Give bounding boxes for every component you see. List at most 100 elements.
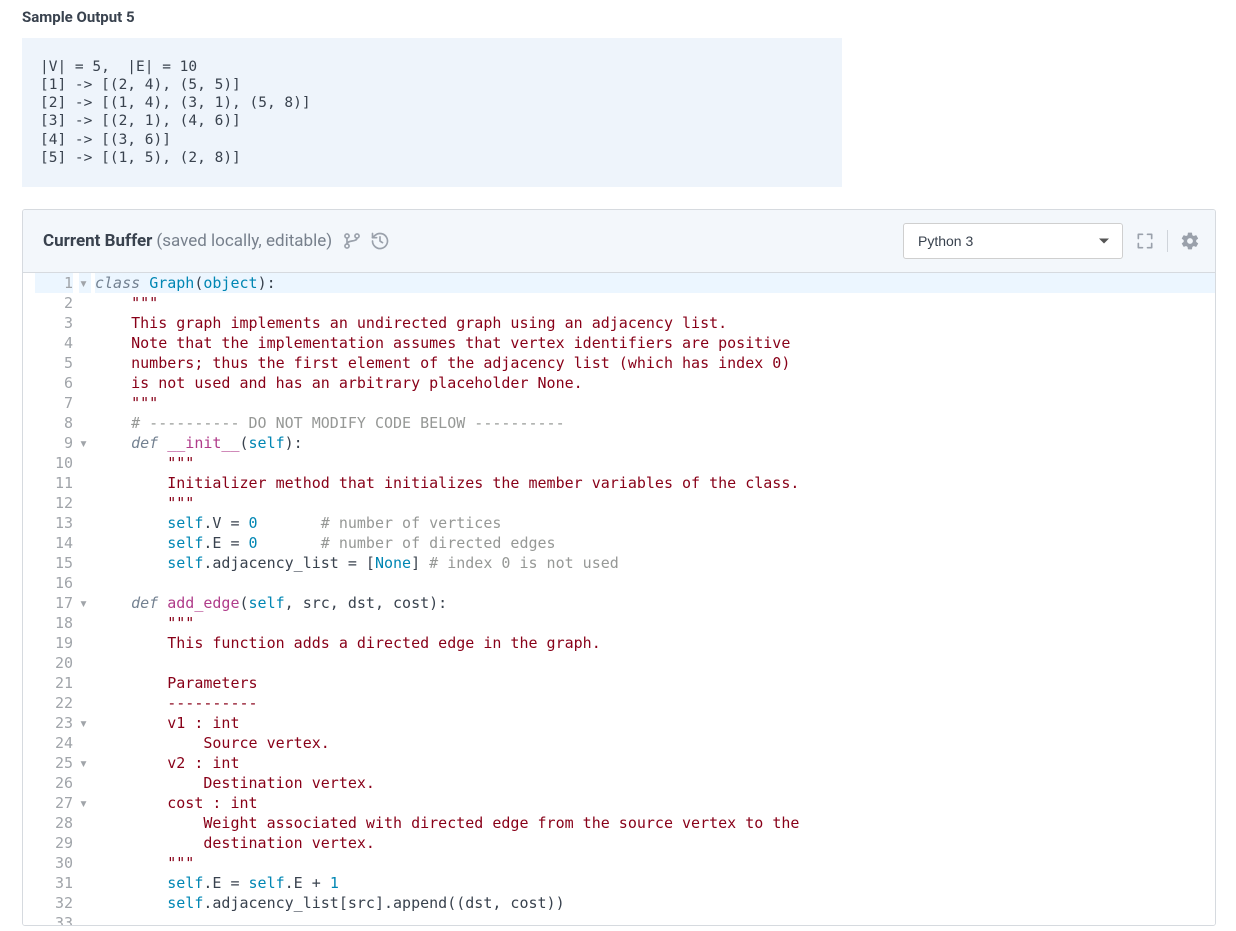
code-line[interactable]: self.V = 0 # number of vertices: [95, 513, 1215, 533]
code-line[interactable]: self.adjacency_list = [None] # index 0 i…: [95, 553, 1215, 573]
line-number: 23: [35, 713, 73, 733]
fold-marker: [79, 693, 91, 713]
line-number: 19: [35, 633, 73, 653]
line-number: 33: [35, 913, 73, 925]
fold-marker: [79, 373, 91, 393]
line-number: 30: [35, 853, 73, 873]
code-line[interactable]: """: [95, 613, 1215, 633]
code-line[interactable]: self.E = 0 # number of directed edges: [95, 533, 1215, 553]
line-number: 9: [35, 433, 73, 453]
code-line[interactable]: # ---------- DO NOT MODIFY CODE BELOW --…: [95, 413, 1215, 433]
language-select-wrap[interactable]: Python 3: [903, 223, 1123, 259]
code-line[interactable]: """: [95, 493, 1215, 513]
fold-marker-column: ▾ ▾ ▾ ▾ ▾ ▾: [79, 273, 93, 925]
line-number: 10: [35, 453, 73, 473]
code-line[interactable]: Source vertex.: [95, 733, 1215, 753]
fullscreen-icon[interactable]: [1135, 231, 1155, 251]
code-line[interactable]: """: [95, 853, 1215, 873]
fold-marker[interactable]: ▾: [79, 593, 91, 613]
gear-icon[interactable]: [1180, 231, 1200, 251]
line-number: 13: [35, 513, 73, 533]
line-number: 7: [35, 393, 73, 413]
code-line[interactable]: destination vertex.: [95, 833, 1215, 853]
branch-icon[interactable]: [342, 231, 362, 251]
fold-marker[interactable]: ▾: [79, 713, 91, 733]
fold-marker: [79, 633, 91, 653]
code-line[interactable]: Weight associated with directed edge fro…: [95, 813, 1215, 833]
fold-marker: [79, 573, 91, 593]
fold-marker[interactable]: ▾: [79, 793, 91, 813]
code-line[interactable]: Note that the implementation assumes tha…: [95, 333, 1215, 353]
fold-marker: [79, 533, 91, 553]
language-select[interactable]: Python 3: [903, 223, 1123, 259]
line-number: 25: [35, 753, 73, 773]
code-line[interactable]: def add_edge(self, src, dst, cost):: [95, 593, 1215, 613]
line-number: 5: [35, 353, 73, 373]
history-icon[interactable]: [370, 231, 390, 251]
separator: [1167, 230, 1168, 252]
fold-marker: [79, 913, 91, 925]
line-number: 3: [35, 313, 73, 333]
line-number: 26: [35, 773, 73, 793]
code-line[interactable]: is not used and has an arbitrary placeho…: [95, 373, 1215, 393]
fold-marker: [79, 673, 91, 693]
fold-marker[interactable]: ▾: [79, 753, 91, 773]
line-number: 31: [35, 873, 73, 893]
line-number: 22: [35, 693, 73, 713]
code-line[interactable]: """: [95, 453, 1215, 473]
fold-marker: [79, 333, 91, 353]
fold-marker: [79, 553, 91, 573]
fold-marker: [79, 513, 91, 533]
code-content[interactable]: class Graph(object): """ This graph impl…: [93, 273, 1215, 925]
fold-marker: [79, 833, 91, 853]
fold-marker: [79, 393, 91, 413]
code-line[interactable]: Initializer method that initializes the …: [95, 473, 1215, 493]
buffer-status: (saved locally, editable): [156, 231, 332, 251]
fold-marker: [79, 313, 91, 333]
code-line[interactable]: [95, 913, 1215, 925]
line-number: 2: [35, 293, 73, 313]
line-number: 14: [35, 533, 73, 553]
code-line[interactable]: def __init__(self):: [95, 433, 1215, 453]
line-number: 12: [35, 493, 73, 513]
code-line[interactable]: self.E = self.E + 1: [95, 873, 1215, 893]
code-editor[interactable]: 1234567891011121314151617181920212223242…: [23, 273, 1215, 925]
sample-output-block: |V| = 5, |E| = 10 [1] -> [(2, 4), (5, 5)…: [22, 38, 842, 187]
code-line[interactable]: class Graph(object):: [95, 273, 1215, 293]
line-number: 20: [35, 653, 73, 673]
line-number: 18: [35, 613, 73, 633]
fold-marker: [79, 893, 91, 913]
fold-marker: [79, 453, 91, 473]
code-line[interactable]: [95, 573, 1215, 593]
line-number: 16: [35, 573, 73, 593]
code-line[interactable]: cost : int: [95, 793, 1215, 813]
section-title: Sample Output 5: [22, 8, 1216, 26]
line-number: 17: [35, 593, 73, 613]
code-line[interactable]: ----------: [95, 693, 1215, 713]
fold-marker[interactable]: ▾: [79, 433, 91, 453]
buffer-title: Current Buffer: [43, 231, 152, 251]
code-line[interactable]: numbers; thus the first element of the a…: [95, 353, 1215, 373]
code-line[interactable]: [95, 653, 1215, 673]
fold-marker: [79, 473, 91, 493]
line-number: 24: [35, 733, 73, 753]
code-line[interactable]: v1 : int: [95, 713, 1215, 733]
code-line[interactable]: Parameters: [95, 673, 1215, 693]
line-number: 6: [35, 373, 73, 393]
line-number: 28: [35, 813, 73, 833]
line-number: 21: [35, 673, 73, 693]
code-line[interactable]: """: [95, 393, 1215, 413]
fold-marker: [79, 733, 91, 753]
code-line[interactable]: """: [95, 293, 1215, 313]
fold-marker[interactable]: ▾: [79, 273, 91, 293]
line-number-gutter: 1234567891011121314151617181920212223242…: [23, 273, 79, 925]
code-line[interactable]: Destination vertex.: [95, 773, 1215, 793]
code-line[interactable]: self.adjacency_list[src].append((dst, co…: [95, 893, 1215, 913]
line-number: 8: [35, 413, 73, 433]
code-line[interactable]: This function adds a directed edge in th…: [95, 633, 1215, 653]
fold-marker: [79, 873, 91, 893]
code-line[interactable]: This graph implements an undirected grap…: [95, 313, 1215, 333]
code-line[interactable]: v2 : int: [95, 753, 1215, 773]
line-number: 15: [35, 553, 73, 573]
fold-marker: [79, 493, 91, 513]
